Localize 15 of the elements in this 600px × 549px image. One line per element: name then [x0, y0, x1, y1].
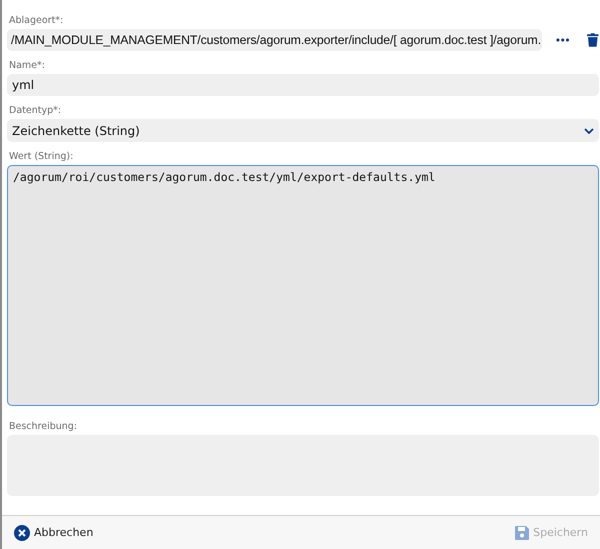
type-dropdown[interactable]: Zeichenkette (String) [7, 119, 599, 142]
field-label: Name*: [8, 59, 46, 72]
more-icon[interactable] [556, 38, 570, 42]
field-label: Beschreibung: [8, 420, 78, 433]
field-label: Wert (String): [8, 150, 74, 163]
value-textarea[interactable]: /agorum/roi/customers/agorum.doc.test/yml/export-defaults.yml [7, 165, 599, 406]
save-icon [515, 526, 530, 540]
field-label: Ablageort*: [8, 14, 64, 27]
path-field[interactable]: /MAIN_MODULE_MANAGEMENT/customers/agorum.exporter/include/[ agorum.doc.test ]/agorum. [7, 29, 542, 51]
chevron-down-icon [584, 128, 594, 134]
close-icon [14, 524, 30, 540]
name-field[interactable]: yml [7, 74, 599, 96]
delete-icon[interactable] [587, 33, 599, 47]
field-label: Datentyp*: [8, 104, 62, 117]
cancel-button[interactable]: Abbrechen [12, 522, 96, 542]
